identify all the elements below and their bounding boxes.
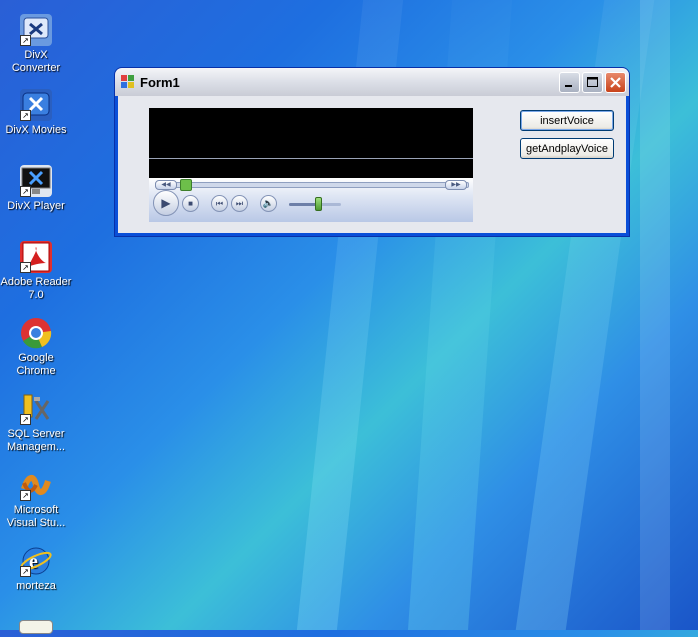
stop-icon: ■ bbox=[188, 199, 193, 208]
desktop-icon-label: morteza bbox=[16, 580, 56, 592]
previous-button[interactable]: ⏮ bbox=[211, 195, 228, 212]
desktop-light-beam bbox=[640, 0, 670, 630]
volume-slider[interactable] bbox=[289, 197, 341, 211]
volume-fill bbox=[289, 203, 318, 206]
shortcut-arrow-icon: ↗ bbox=[20, 490, 31, 501]
seek-thumb[interactable] bbox=[179, 179, 192, 191]
minimize-icon bbox=[565, 85, 572, 87]
app-window-icon bbox=[121, 75, 135, 89]
shortcut-arrow-icon: ↗ bbox=[20, 262, 31, 273]
desktop-icon-sql-server[interactable]: ↗ SQL Server Managem... bbox=[0, 393, 72, 454]
divx-player-icon: ↗ bbox=[20, 165, 52, 197]
desktop-icon-visual-studio[interactable]: ↗ Microsoft Visual Stu... bbox=[0, 469, 72, 530]
form-surface: ◀◀ ▶▶ ▶ ■ ⏮ ⏭ 🔈 insertVoice getAndplayVo… bbox=[118, 96, 626, 233]
chrome-icon bbox=[20, 317, 52, 349]
desktop-icon-divx-converter[interactable]: ↗ DivX Converter bbox=[0, 14, 72, 75]
desktop-icon-label: DivX Player bbox=[7, 200, 65, 212]
desktop-icon-divx-player[interactable]: ↗ DivX Player bbox=[0, 165, 72, 213]
visual-studio-icon: ↗ bbox=[20, 469, 52, 501]
divx-movies-icon: ↗ bbox=[20, 89, 52, 121]
adobe-reader-icon: ↗ bbox=[20, 241, 52, 273]
desktop-icon-label: SQL Server Managem... bbox=[6, 428, 66, 453]
fast-forward-button[interactable]: ▶▶ bbox=[445, 180, 467, 190]
desktop-icon-morteza[interactable]: e ↗ morteza bbox=[0, 545, 72, 593]
fast-forward-icon: ▶▶ bbox=[451, 182, 461, 188]
close-icon bbox=[610, 77, 621, 88]
stop-button[interactable]: ■ bbox=[182, 195, 199, 212]
desktop-icon-label: Google Chrome bbox=[16, 352, 56, 377]
next-button[interactable]: ⏭ bbox=[231, 195, 248, 212]
video-divider bbox=[149, 158, 473, 159]
form1-window[interactable]: Form1 ◀◀ ▶▶ ▶ ■ ⏮ ⏭ 🔈 insertVoice getAnd… bbox=[114, 67, 630, 237]
play-button[interactable]: ▶ bbox=[153, 190, 179, 216]
media-player[interactable]: ◀◀ ▶▶ ▶ ■ ⏮ ⏭ 🔈 bbox=[149, 108, 473, 222]
seek-bar[interactable] bbox=[155, 182, 469, 188]
desktop-icon-label: Microsoft Visual Stu... bbox=[6, 504, 66, 529]
speaker-icon: 🔈 bbox=[262, 198, 275, 208]
divx-converter-icon: ↗ bbox=[20, 14, 52, 46]
maximize-icon bbox=[587, 77, 598, 87]
mute-button[interactable]: 🔈 bbox=[260, 195, 277, 212]
shortcut-arrow-icon: ↗ bbox=[20, 110, 31, 121]
video-display bbox=[149, 108, 473, 178]
rewind-button[interactable]: ◀◀ bbox=[155, 180, 177, 190]
desktop-icon-adobe-reader[interactable]: ↗ Adobe Reader 7.0 bbox=[0, 241, 72, 302]
minimize-button[interactable] bbox=[559, 72, 580, 93]
internet-explorer-icon: e ↗ bbox=[20, 545, 52, 577]
window-titlebar[interactable]: Form1 bbox=[115, 68, 629, 96]
previous-icon: ⏮ bbox=[215, 199, 224, 208]
desktop-icon-divx-movies[interactable]: ↗ DivX Movies bbox=[0, 89, 72, 137]
shortcut-arrow-icon: ↗ bbox=[20, 414, 31, 425]
shortcut-arrow-icon: ↗ bbox=[20, 566, 31, 577]
document-icon bbox=[19, 620, 53, 634]
sql-server-icon: ↗ bbox=[20, 393, 52, 425]
volume-thumb[interactable] bbox=[314, 197, 322, 211]
desktop-icon-label: DivX Movies bbox=[5, 124, 67, 136]
rewind-icon: ◀◀ bbox=[161, 182, 171, 188]
desktop-icon-label: DivX Converter bbox=[11, 49, 61, 74]
desktop-icon-google-chrome[interactable]: Google Chrome bbox=[0, 317, 72, 378]
close-button[interactable] bbox=[605, 72, 626, 93]
insert-voice-button[interactable]: insertVoice bbox=[520, 110, 614, 131]
desktop-icon-label: Adobe Reader 7.0 bbox=[0, 276, 72, 301]
get-and-play-voice-button[interactable]: getAndplayVoice bbox=[520, 138, 614, 159]
window-title: Form1 bbox=[140, 75, 180, 90]
player-controls: ◀◀ ▶▶ ▶ ■ ⏮ ⏭ 🔈 bbox=[149, 178, 473, 222]
window-client-area: ◀◀ ▶▶ ▶ ■ ⏮ ⏭ 🔈 insertVoice getAndplayVo… bbox=[118, 96, 626, 233]
maximize-button[interactable] bbox=[582, 72, 603, 93]
shortcut-arrow-icon: ↗ bbox=[20, 35, 31, 46]
play-icon: ▶ bbox=[161, 196, 171, 210]
next-icon: ⏭ bbox=[235, 199, 244, 208]
desktop-icon-partial[interactable] bbox=[0, 620, 72, 637]
shortcut-arrow-icon: ↗ bbox=[20, 186, 31, 197]
